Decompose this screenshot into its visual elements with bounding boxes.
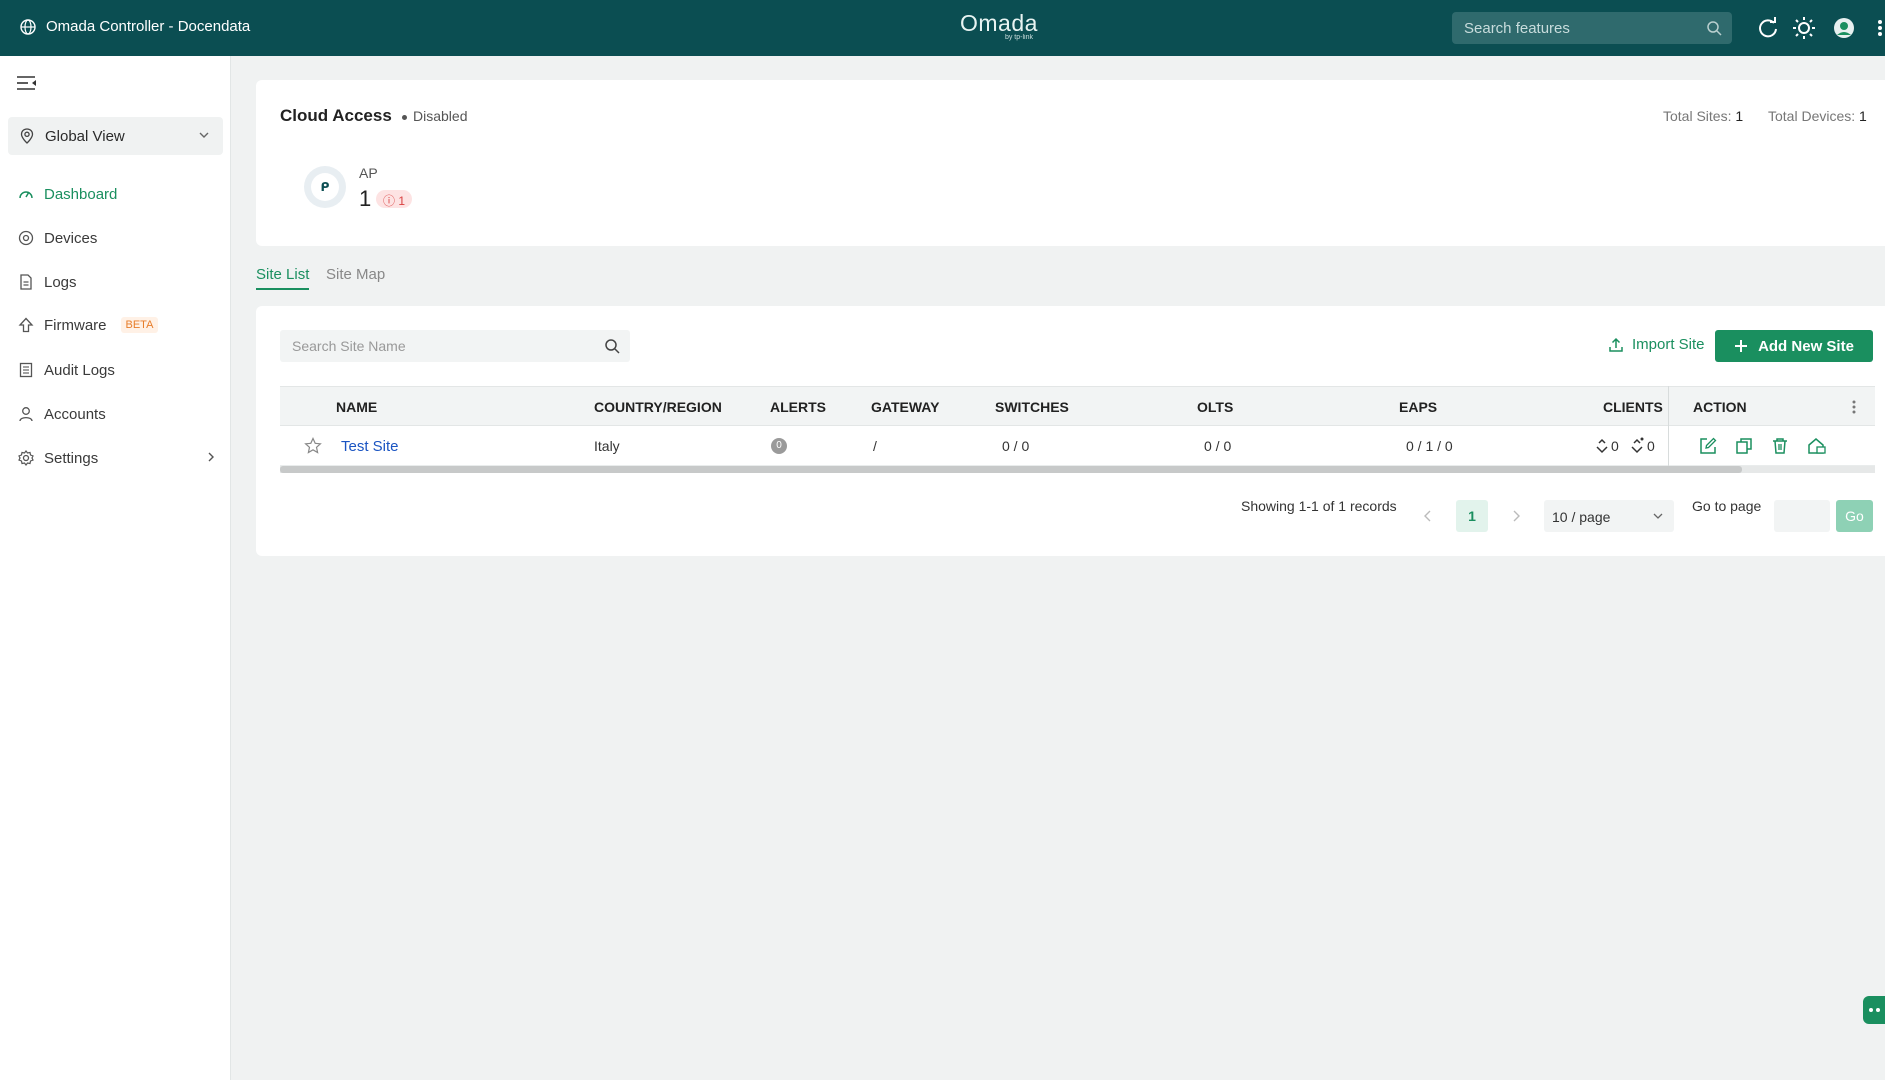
column-gateway[interactable]: GATEWAY <box>871 399 939 415</box>
ap-count: 1 <box>359 186 372 211</box>
audit-logs-icon <box>19 362 33 378</box>
site-eaps: 0 / 1 / 0 <box>1406 438 1453 454</box>
import-site-button[interactable]: Import Site <box>1608 336 1705 353</box>
table-header: NAME COUNTRY/REGION ALERTS GATEWAY SWITC… <box>280 386 1875 426</box>
tab-site-list[interactable]: Site List <box>256 266 310 290</box>
settings-icon <box>18 450 34 466</box>
refresh-icon[interactable] <box>1757 17 1779 39</box>
sidebar-item-logs[interactable]: Logs <box>0 264 231 300</box>
sidebar-item-dashboard[interactable]: Dashboard <box>0 176 231 212</box>
omada-logo: Omada by tp-link <box>960 10 1038 41</box>
wireless-clients-icon <box>1631 437 1644 454</box>
cloud-access-card: Cloud Access Disabled Total Sites: 1 Tot… <box>256 80 1885 246</box>
theme-sun-icon[interactable] <box>1793 17 1815 39</box>
app-title: Omada Controller - Docendata <box>20 18 250 35</box>
column-alerts[interactable]: ALERTS <box>770 399 826 415</box>
column-name[interactable]: NAME <box>336 399 377 415</box>
search-icon <box>1707 21 1722 36</box>
site-search-input[interactable]: Search Site Name <box>280 330 630 362</box>
chevron-down-icon <box>1653 513 1663 519</box>
beta-badge: BETA <box>120 317 159 333</box>
add-new-site-button[interactable]: Add New Site <box>1715 330 1873 362</box>
site-clients-wireless: 0 <box>1647 438 1655 454</box>
wired-clients-icon <box>1596 438 1608 454</box>
sidebar-item-accounts[interactable]: Accounts <box>0 396 231 432</box>
column-country[interactable]: COUNTRY/REGION <box>594 399 722 415</box>
site-switches: 0 / 0 <box>1002 438 1030 454</box>
ap-device-icon: ᑭ <box>304 166 346 208</box>
site-table: NAME COUNTRY/REGION ALERTS GATEWAY SWITC… <box>280 386 1875 476</box>
more-menu-icon[interactable] <box>1875 17 1885 39</box>
global-view-selector[interactable]: Global View <box>8 117 223 155</box>
column-switches[interactable]: SWITCHES <box>995 399 1069 415</box>
search-icon <box>605 339 620 354</box>
goto-page-input[interactable] <box>1774 500 1830 532</box>
site-list-card: Search Site Name Import Site Add New Sit… <box>256 306 1885 556</box>
sidebar-item-audit-logs[interactable]: Audit Logs <box>0 352 231 388</box>
ap-label: AP <box>359 165 378 181</box>
page-1-button[interactable]: 1 <box>1456 500 1488 532</box>
devices-icon <box>18 230 34 246</box>
favorite-star-icon[interactable] <box>304 437 322 455</box>
chevron-down-icon <box>199 132 209 138</box>
site-alerts-count[interactable]: 0 <box>771 438 787 454</box>
feature-search-input[interactable]: Search features <box>1452 12 1732 44</box>
sidebar-item-settings[interactable]: Settings <box>0 440 231 476</box>
site-country: Italy <box>594 438 620 454</box>
total-sites: Total Sites: 1 <box>1663 108 1744 124</box>
cloud-access-title: Cloud Access <box>280 106 392 125</box>
next-page-icon[interactable] <box>1510 509 1522 523</box>
dashboard-icon <box>19 191 33 199</box>
goto-page-label: Go to page <box>1692 498 1762 514</box>
site-clients-wired: 0 <box>1611 438 1619 454</box>
accounts-icon <box>19 407 33 422</box>
site-name-link[interactable]: Test Site <box>341 438 399 455</box>
page-size-select[interactable]: 10 / page <box>1544 500 1674 532</box>
globe-icon <box>20 18 36 35</box>
ap-alert-badge[interactable]: ⓘ 1 <box>376 190 413 208</box>
upload-icon <box>1609 337 1623 352</box>
user-avatar-icon[interactable] <box>1833 17 1855 39</box>
chevron-right-icon <box>208 452 214 462</box>
table-row[interactable]: Test Site Italy 0 / 0 / 0 0 / 0 0 / 1 / … <box>280 426 1875 466</box>
tab-site-map[interactable]: Site Map <box>326 266 385 288</box>
go-button[interactable]: Go <box>1836 500 1873 532</box>
firmware-icon <box>18 317 34 333</box>
sidebar-item-devices[interactable]: Devices <box>0 220 231 256</box>
app-title-text: Omada Controller - Docendata <box>46 18 251 35</box>
column-clients[interactable]: CLIENTS <box>1603 399 1663 415</box>
column-eaps[interactable]: EAPS <box>1399 399 1437 415</box>
pagination-summary: Showing 1-1 of 1 records <box>1241 498 1397 514</box>
plus-icon <box>1735 340 1748 352</box>
column-olts[interactable]: OLTS <box>1197 399 1233 415</box>
horizontal-scrollbar[interactable] <box>280 466 1875 473</box>
action-column-divider <box>1668 386 1875 468</box>
collapse-sidebar-icon[interactable] <box>17 74 37 92</box>
chat-support-button[interactable] <box>1863 996 1885 1024</box>
scrollbar-thumb[interactable] <box>280 466 1742 473</box>
chat-icon <box>1869 1008 1880 1012</box>
location-pin-icon <box>20 128 34 144</box>
prev-page-icon[interactable] <box>1422 509 1434 523</box>
top-bar: Omada Controller - Docendata Omada by tp… <box>0 0 1885 56</box>
alert-circle-icon: ⓘ <box>383 194 396 208</box>
site-gateway: / <box>873 438 877 454</box>
site-olts: 0 / 0 <box>1204 438 1232 454</box>
global-view-label: Global View <box>45 127 125 145</box>
total-devices: Total Devices: 1 <box>1768 108 1867 124</box>
cloud-access-status: Disabled <box>402 108 467 124</box>
logs-icon <box>20 274 32 290</box>
sidebar-item-firmware[interactable]: Firmware BETA <box>0 307 231 343</box>
sidebar: Global View Dashboard Devices Logs Firmw… <box>0 56 231 1080</box>
